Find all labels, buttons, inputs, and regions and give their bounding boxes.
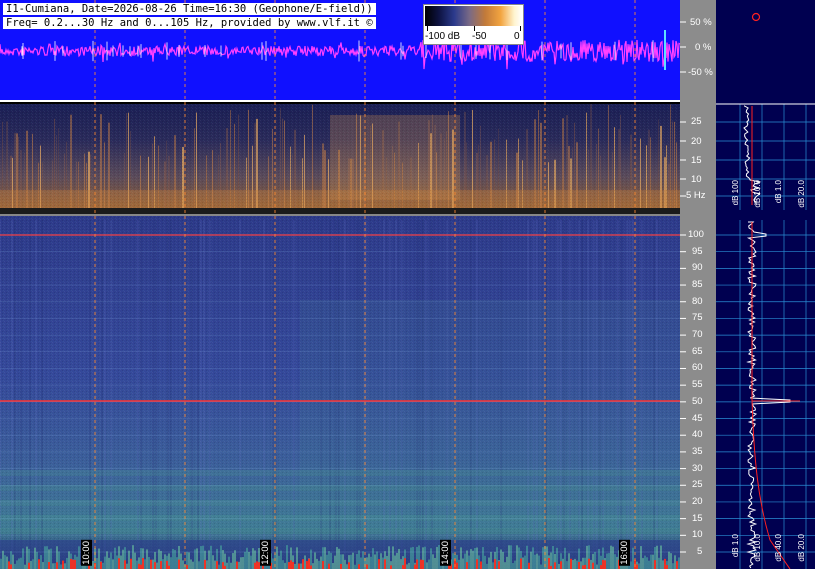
time-label-1400: 14:00 [440, 540, 451, 566]
low-freq-label: 20 [691, 136, 702, 147]
low-freq-label: 25 [691, 116, 702, 127]
time-label-1600: 16:00 [619, 540, 630, 566]
high-freq-label: 70 [692, 329, 703, 341]
wave-label-0: 0 % [695, 42, 712, 53]
time-label-1200: 12:00 [260, 540, 271, 566]
high-freq-label: 10 [692, 529, 703, 541]
low-freq-label: 15 [691, 155, 702, 166]
vlf-spectrogram-display: I1-Cumiana, Date=2026-08-26 Time=16:30 (… [0, 0, 815, 569]
legend-gradient [425, 6, 522, 26]
legend-label-mid: -50 [472, 31, 487, 42]
legend-label-min: -100 dB [425, 31, 461, 42]
high-freq-label: 85 [692, 279, 703, 291]
spectrum-upper-label: dB 1.0 [774, 180, 783, 204]
spectrum-lower-label: dB 10.0 [753, 534, 762, 562]
station-title: I1-Cumiana, Date=2026-08-26 Time=16:30 (… [3, 3, 376, 15]
db-color-legend: -100 dB -50 0 [423, 4, 524, 45]
high-freq-label: 20 [692, 495, 703, 507]
high-freq-label: 60 [692, 362, 703, 374]
frequency-info: Freq= 0.2...30 Hz and 0...105 Hz, provid… [3, 17, 376, 29]
high-freq-label: 90 [692, 262, 703, 274]
high-freq-label: 65 [692, 345, 703, 357]
spectrum-lower-label: dB 1.0 [731, 534, 740, 558]
high-freq-label: 40 [692, 429, 703, 441]
high-freq-label: 15 [692, 512, 703, 524]
high-freq-label: 100 [688, 229, 704, 240]
spectrum-upper-label: dB 100 [731, 180, 740, 206]
wave-label-minus50: -50 % [688, 67, 713, 78]
high-freq-label: 75 [692, 312, 703, 324]
high-freq-label: 80 [692, 295, 703, 307]
high-freq-label: 55 [692, 379, 703, 391]
high-freq-label: 5 [697, 546, 703, 557]
time-label-1000: 10:00 [81, 540, 92, 566]
high-freq-label: 50 [692, 395, 703, 407]
spectrum-lower-label: dB 20.0 [797, 534, 806, 562]
high-freq-label: 35 [692, 445, 703, 457]
high-freq-label: 45 [692, 412, 703, 424]
spectrum-upper-label: dB 10.0 [753, 180, 762, 208]
high-freq-label: 30 [692, 462, 703, 474]
legend-label-max: 0 [514, 31, 520, 42]
spectrum-lower-label: dB 40.0 [774, 534, 783, 562]
spectrum-upper-label: dB 20.0 [797, 180, 806, 208]
low-freq-label: 10 [691, 174, 702, 185]
high-freq-label: 95 [692, 245, 703, 257]
high-freq-label: 25 [692, 479, 703, 491]
spectrum-panel-bg [716, 0, 815, 569]
low-freq-label: 5 Hz [686, 190, 706, 201]
wave-label-50: 50 % [690, 17, 712, 28]
